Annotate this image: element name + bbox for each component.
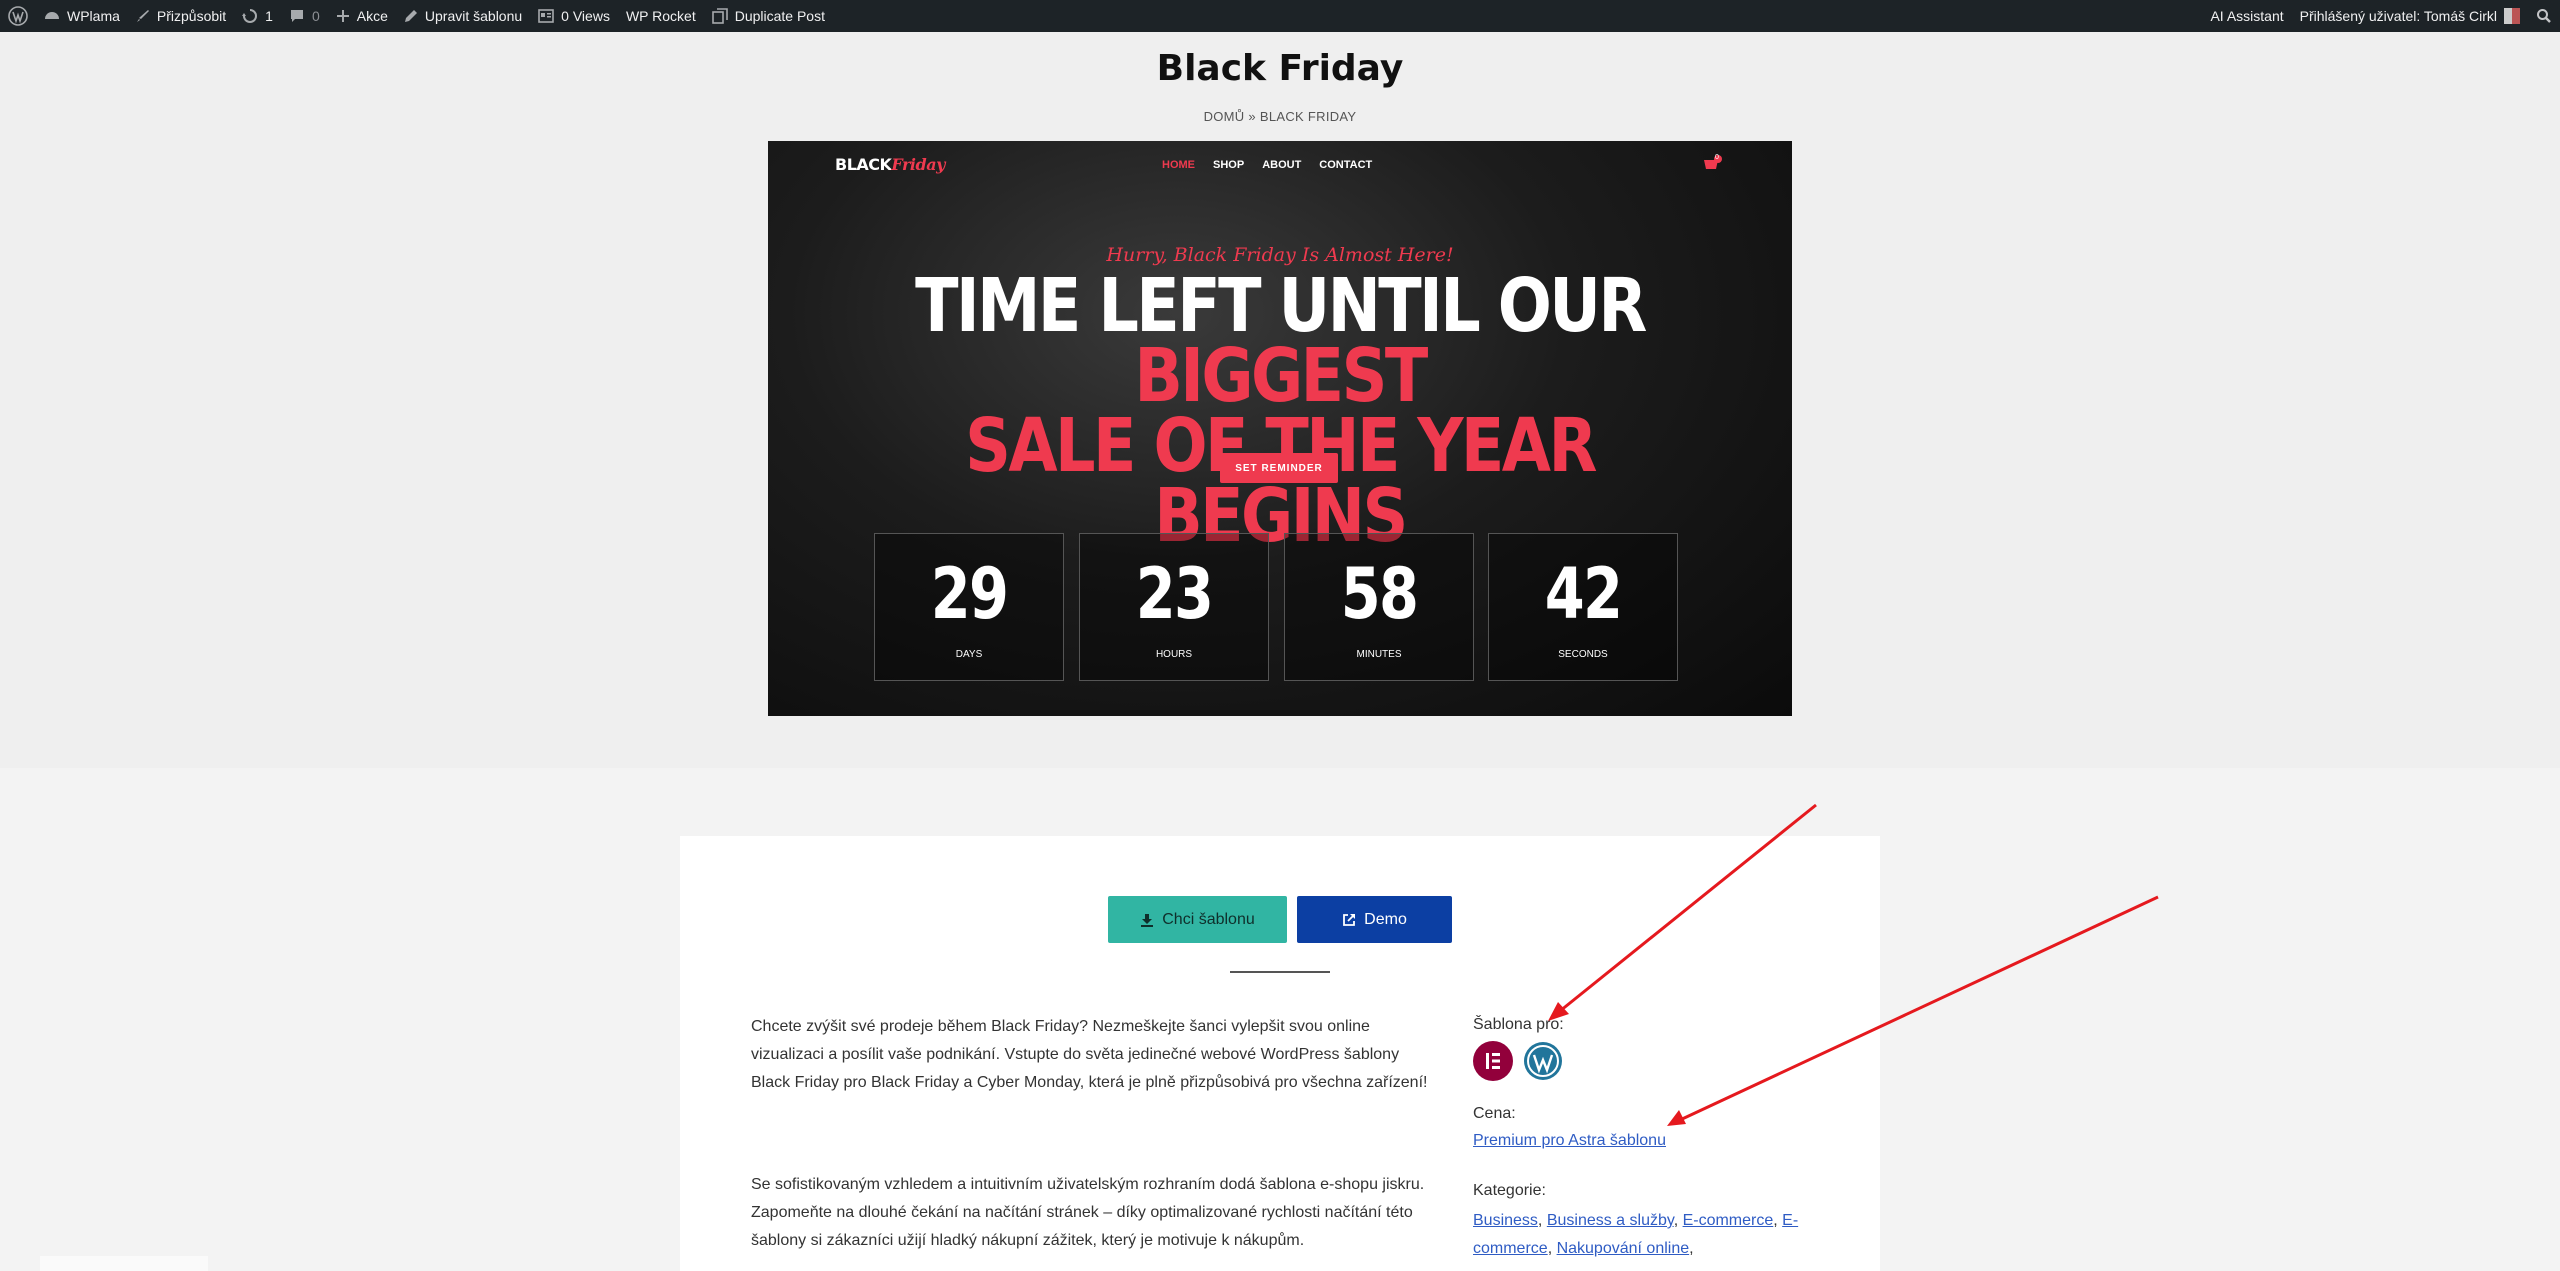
categories-label: Kategorie: — [1473, 1182, 1546, 1199]
category-link[interactable]: E-commerce — [1683, 1212, 1774, 1229]
views-icon — [538, 9, 554, 23]
preview-logo-bold: BLACK — [835, 155, 892, 174]
admin-bar: WPlama Přizpůsobit 1 0 Akce Upravit šabl… — [0, 0, 2560, 32]
category-link[interactable]: Business a služby — [1547, 1212, 1674, 1229]
updates-link[interactable]: 1 — [234, 0, 281, 32]
countdown-seconds: 42 SECONDS — [1488, 533, 1678, 681]
views-link[interactable]: 0 Views — [530, 0, 618, 32]
preview-menu-contact: CONTACT — [1319, 159, 1373, 171]
external-link-icon — [1343, 913, 1356, 926]
site-name-link[interactable]: WPlama — [36, 0, 128, 32]
wp-rocket-label: WP Rocket — [625, 8, 696, 24]
breadcrumb[interactable]: DOMŮ » BLACK FRIDAY — [0, 109, 2560, 124]
download-icon — [1141, 913, 1154, 927]
get-template-label: Chci šablonu — [1162, 910, 1255, 928]
comments-count: 0 — [311, 8, 320, 24]
customize-label: Přizpůsobit — [156, 8, 227, 24]
cart-count: 0 — [1715, 154, 1719, 161]
ai-assistant-link[interactable]: AI Assistant — [2202, 0, 2291, 32]
price-label: Cena: — [1473, 1105, 1516, 1122]
user-account-link[interactable]: Přihlášený uživatel: Tomáš Cirkl — [2292, 0, 2528, 32]
categories-list: Business, Business a služby, E-commerce,… — [1473, 1212, 1799, 1257]
preview-logo: BLACKFriday — [835, 155, 945, 174]
comment-icon — [290, 10, 303, 22]
get-template-button[interactable]: Chci šablonu — [1108, 896, 1287, 943]
wp-rocket-link[interactable]: WP Rocket — [618, 0, 704, 32]
brush-icon — [136, 10, 149, 22]
countdown-value: 23 — [1135, 553, 1214, 635]
views-label: 0 Views — [561, 8, 610, 24]
countdown-label: HOURS — [1155, 649, 1193, 660]
new-content-link[interactable]: Akce — [328, 0, 396, 32]
corner-widget — [40, 1256, 208, 1271]
demo-label: Demo — [1364, 910, 1407, 928]
cart-icon: 0 — [1702, 154, 1724, 180]
demo-button[interactable]: Demo — [1297, 896, 1452, 943]
preview-menu-home: HOME — [1162, 159, 1195, 171]
template-for-label: Šablona pro: — [1473, 1016, 1564, 1033]
countdown-value: 58 — [1340, 553, 1419, 635]
preview-logo-script: Friday — [891, 155, 945, 174]
countdown-days: 29 DAYS — [874, 533, 1064, 681]
category-link[interactable]: Business — [1473, 1212, 1538, 1229]
duplicate-post-link[interactable]: Duplicate Post — [704, 0, 833, 32]
pencil-icon — [404, 10, 417, 22]
countdown-value: 29 — [930, 553, 1009, 635]
countdown-label: SECONDS — [1558, 649, 1608, 660]
avatar — [2504, 8, 2520, 24]
new-label: Akce — [356, 8, 388, 24]
description-paragraph-1: Chcete zvýšit své prodeje během Black Fr… — [751, 1018, 1428, 1091]
preview-menu: HOME SHOP ABOUT CONTACT — [1162, 159, 1372, 171]
price-link[interactable]: Premium pro Astra šablonu — [1473, 1132, 1666, 1150]
search-icon[interactable] — [2528, 0, 2560, 32]
duplicate-icon — [711, 8, 728, 24]
page-title: Black Friday — [1156, 48, 1404, 89]
category-link[interactable]: Nakupování online — [1557, 1240, 1690, 1257]
ai-assistant-label: AI Assistant — [2210, 8, 2284, 24]
plus-icon — [336, 10, 349, 22]
customize-link[interactable]: Přizpůsobit — [128, 0, 234, 32]
wordpress-logo-icon[interactable] — [0, 0, 36, 32]
countdown-value: 42 — [1544, 553, 1623, 635]
preview-headline: TIME LEFT UNTIL OUR BIGGEST SALE OF THE … — [840, 269, 1721, 553]
duplicate-post-label: Duplicate Post — [734, 8, 825, 24]
set-reminder-button: SET REMINDER — [1220, 453, 1338, 483]
edit-template-link[interactable]: Upravit šablonu — [396, 0, 530, 32]
countdown-label: DAYS — [955, 649, 983, 660]
elementor-icon[interactable] — [1473, 1041, 1513, 1081]
countdown-hours: 23 HOURS — [1079, 533, 1269, 681]
dashboard-icon — [45, 12, 59, 19]
comments-link[interactable]: 0 — [281, 0, 328, 32]
template-preview-image: BLACKFriday HOME SHOP ABOUT CONTACT 0 Hu… — [768, 141, 1792, 716]
countdown-label: MINUTES — [1356, 649, 1402, 660]
site-name: WPlama — [67, 8, 120, 24]
countdown-minutes: 58 MINUTES — [1284, 533, 1474, 681]
updates-icon — [242, 9, 258, 23]
updates-count: 1 — [265, 8, 273, 24]
divider — [1230, 971, 1330, 973]
wordpress-icon[interactable] — [1523, 1041, 1563, 1081]
preview-menu-about: ABOUT — [1262, 159, 1302, 171]
logged-user-label: Přihlášený uživatel: Tomáš Cirkl — [2299, 8, 2497, 24]
preview-menu-shop: SHOP — [1213, 159, 1245, 171]
description-paragraph-2: Se sofistikovaným vzhledem a intuitivním… — [751, 1176, 1425, 1249]
edit-template-label: Upravit šablonu — [424, 8, 523, 24]
